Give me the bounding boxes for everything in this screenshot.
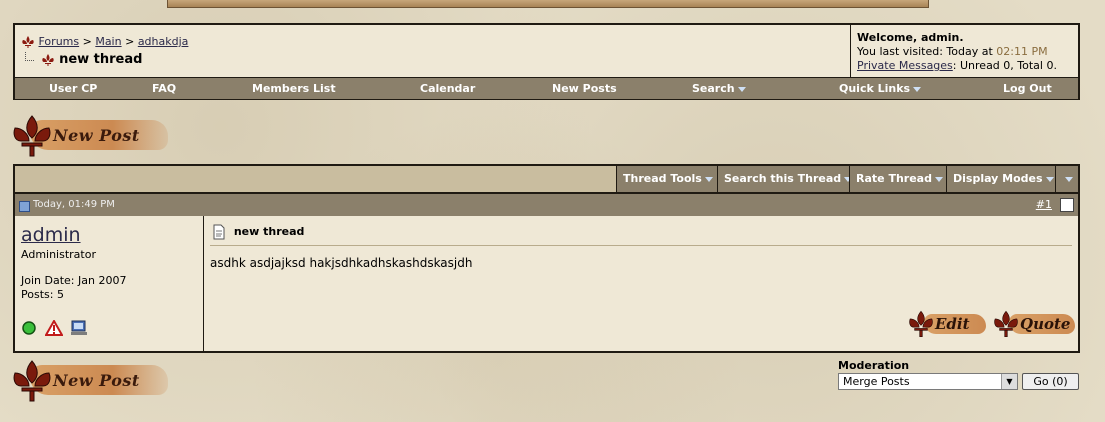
last-visited-time: 02:11 PM	[996, 45, 1048, 58]
ip-address-icon[interactable]	[70, 320, 88, 336]
edit-post-button[interactable]: Edit	[908, 310, 988, 338]
dropdown-arrow-icon	[934, 176, 943, 182]
post-content: new thread asdhk asdjajksd hakjsdhkadhsk…	[204, 216, 1078, 351]
quote-label: Quote	[1020, 315, 1071, 333]
nav-user-cp[interactable]: User CP	[49, 82, 97, 95]
new-post-button-bottom[interactable]: New Post	[12, 359, 168, 403]
page-title: new thread	[59, 52, 143, 67]
post-body: asdhk asdjajksd hakjsdhkadhskashdskasjdh	[210, 256, 473, 270]
post-status-icon	[19, 201, 30, 212]
fleur-de-lis-icon	[13, 360, 51, 402]
fleur-de-lis-icon	[13, 115, 51, 157]
breadcrumb: Forums > Main > adhakdja new thread	[15, 25, 851, 77]
nav-search[interactable]: Search	[692, 82, 746, 95]
tree-connector-icon	[25, 52, 34, 61]
divider	[210, 245, 1072, 246]
search-thread-menu[interactable]: Search this Thread	[717, 166, 853, 192]
nav-search-label: Search	[692, 82, 735, 95]
display-modes-menu[interactable]: Display Modes	[946, 166, 1055, 192]
nav-calendar[interactable]: Calendar	[420, 82, 475, 95]
post-select-checkbox[interactable]	[1060, 198, 1074, 212]
chevron-down-icon: ▼	[1001, 374, 1017, 389]
nav-new-posts[interactable]: New Posts	[552, 82, 617, 95]
rate-thread-menu[interactable]: Rate Thread	[849, 166, 946, 192]
dropdown-arrow-icon	[737, 86, 746, 92]
post-number-link[interactable]: #1	[1036, 198, 1052, 211]
post-title: new thread	[233, 225, 305, 238]
fleur-de-lis-icon	[909, 310, 933, 338]
thread-tools-menu[interactable]: Thread Tools	[616, 166, 717, 192]
last-visited-label: You last visited: Today at	[857, 45, 993, 58]
nav-members-list[interactable]: Members List	[252, 82, 336, 95]
breadcrumb-separator: >	[82, 35, 92, 48]
moderation-selected-value: Merge Posts	[843, 375, 910, 388]
header-panel: Forums > Main > adhakdja new thread Welc…	[13, 23, 1080, 100]
private-messages-link[interactable]: Private Messages	[857, 59, 953, 72]
rate-thread-label: Rate Thread	[856, 172, 932, 185]
new-post-button[interactable]: New Post	[12, 114, 168, 158]
main-navbar: User CP FAQ Members List Calendar New Po…	[15, 77, 1078, 99]
post-count: Posts: 5	[21, 288, 64, 301]
document-icon	[213, 224, 225, 240]
breadcrumb-forum-link[interactable]: adhakdja	[138, 35, 189, 48]
breadcrumb-forums-link[interactable]: Forums	[39, 35, 80, 48]
forum-banner	[167, 0, 929, 8]
search-thread-label: Search this Thread	[724, 172, 842, 185]
moderation-select[interactable]: Merge Posts ▼	[838, 373, 1018, 390]
user-info-panel: admin Administrator Join Date: Jan 2007 …	[15, 216, 204, 351]
dropdown-arrow-icon	[704, 176, 713, 182]
new-post-label: New Post	[53, 371, 140, 390]
dropdown-arrow-icon	[1045, 176, 1054, 182]
fleur-de-lis-icon	[994, 310, 1018, 338]
fleur-de-lis-icon	[41, 53, 54, 66]
moderation-go-button[interactable]: Go (0)	[1022, 373, 1079, 390]
breadcrumb-main-link[interactable]: Main	[95, 35, 121, 48]
collapse-toggle[interactable]	[1055, 166, 1078, 192]
nav-quick-links[interactable]: Quick Links	[839, 82, 922, 95]
online-status-icon	[22, 321, 36, 335]
user-role: Administrator	[21, 248, 96, 261]
display-modes-label: Display Modes	[953, 172, 1043, 185]
nav-quick-links-label: Quick Links	[839, 82, 911, 95]
moderation-label: Moderation	[838, 359, 910, 372]
post-header: Today, 01:49 PM #1	[15, 194, 1078, 216]
quote-post-button[interactable]: Quote	[993, 310, 1077, 338]
username-link[interactable]: admin	[21, 224, 81, 246]
join-date: Join Date: Jan 2007	[21, 274, 127, 287]
nav-faq[interactable]: FAQ	[152, 82, 176, 95]
thread-tools-label: Thread Tools	[623, 172, 702, 185]
pm-stats: : Unread 0, Total 0.	[952, 59, 1057, 72]
nav-log-out[interactable]: Log Out	[1003, 82, 1052, 95]
post-date: Today, 01:49 PM	[33, 199, 115, 210]
dropdown-arrow-icon	[913, 86, 922, 92]
thread-tools-bar: Thread Tools Search this Thread Rate Thr…	[15, 166, 1078, 194]
edit-label: Edit	[935, 315, 970, 333]
new-post-label: New Post	[53, 126, 140, 145]
report-post-icon[interactable]	[43, 318, 64, 336]
dropdown-arrow-icon	[1065, 176, 1073, 182]
welcome-greeting: Welcome, admin.	[857, 31, 964, 44]
fleur-de-lis-icon	[22, 36, 34, 48]
breadcrumb-separator: >	[125, 35, 135, 48]
user-icons	[21, 318, 88, 339]
welcome-panel: Welcome, admin. You last visited: Today …	[857, 31, 1057, 73]
thread-container: Thread Tools Search this Thread Rate Thr…	[13, 164, 1080, 353]
